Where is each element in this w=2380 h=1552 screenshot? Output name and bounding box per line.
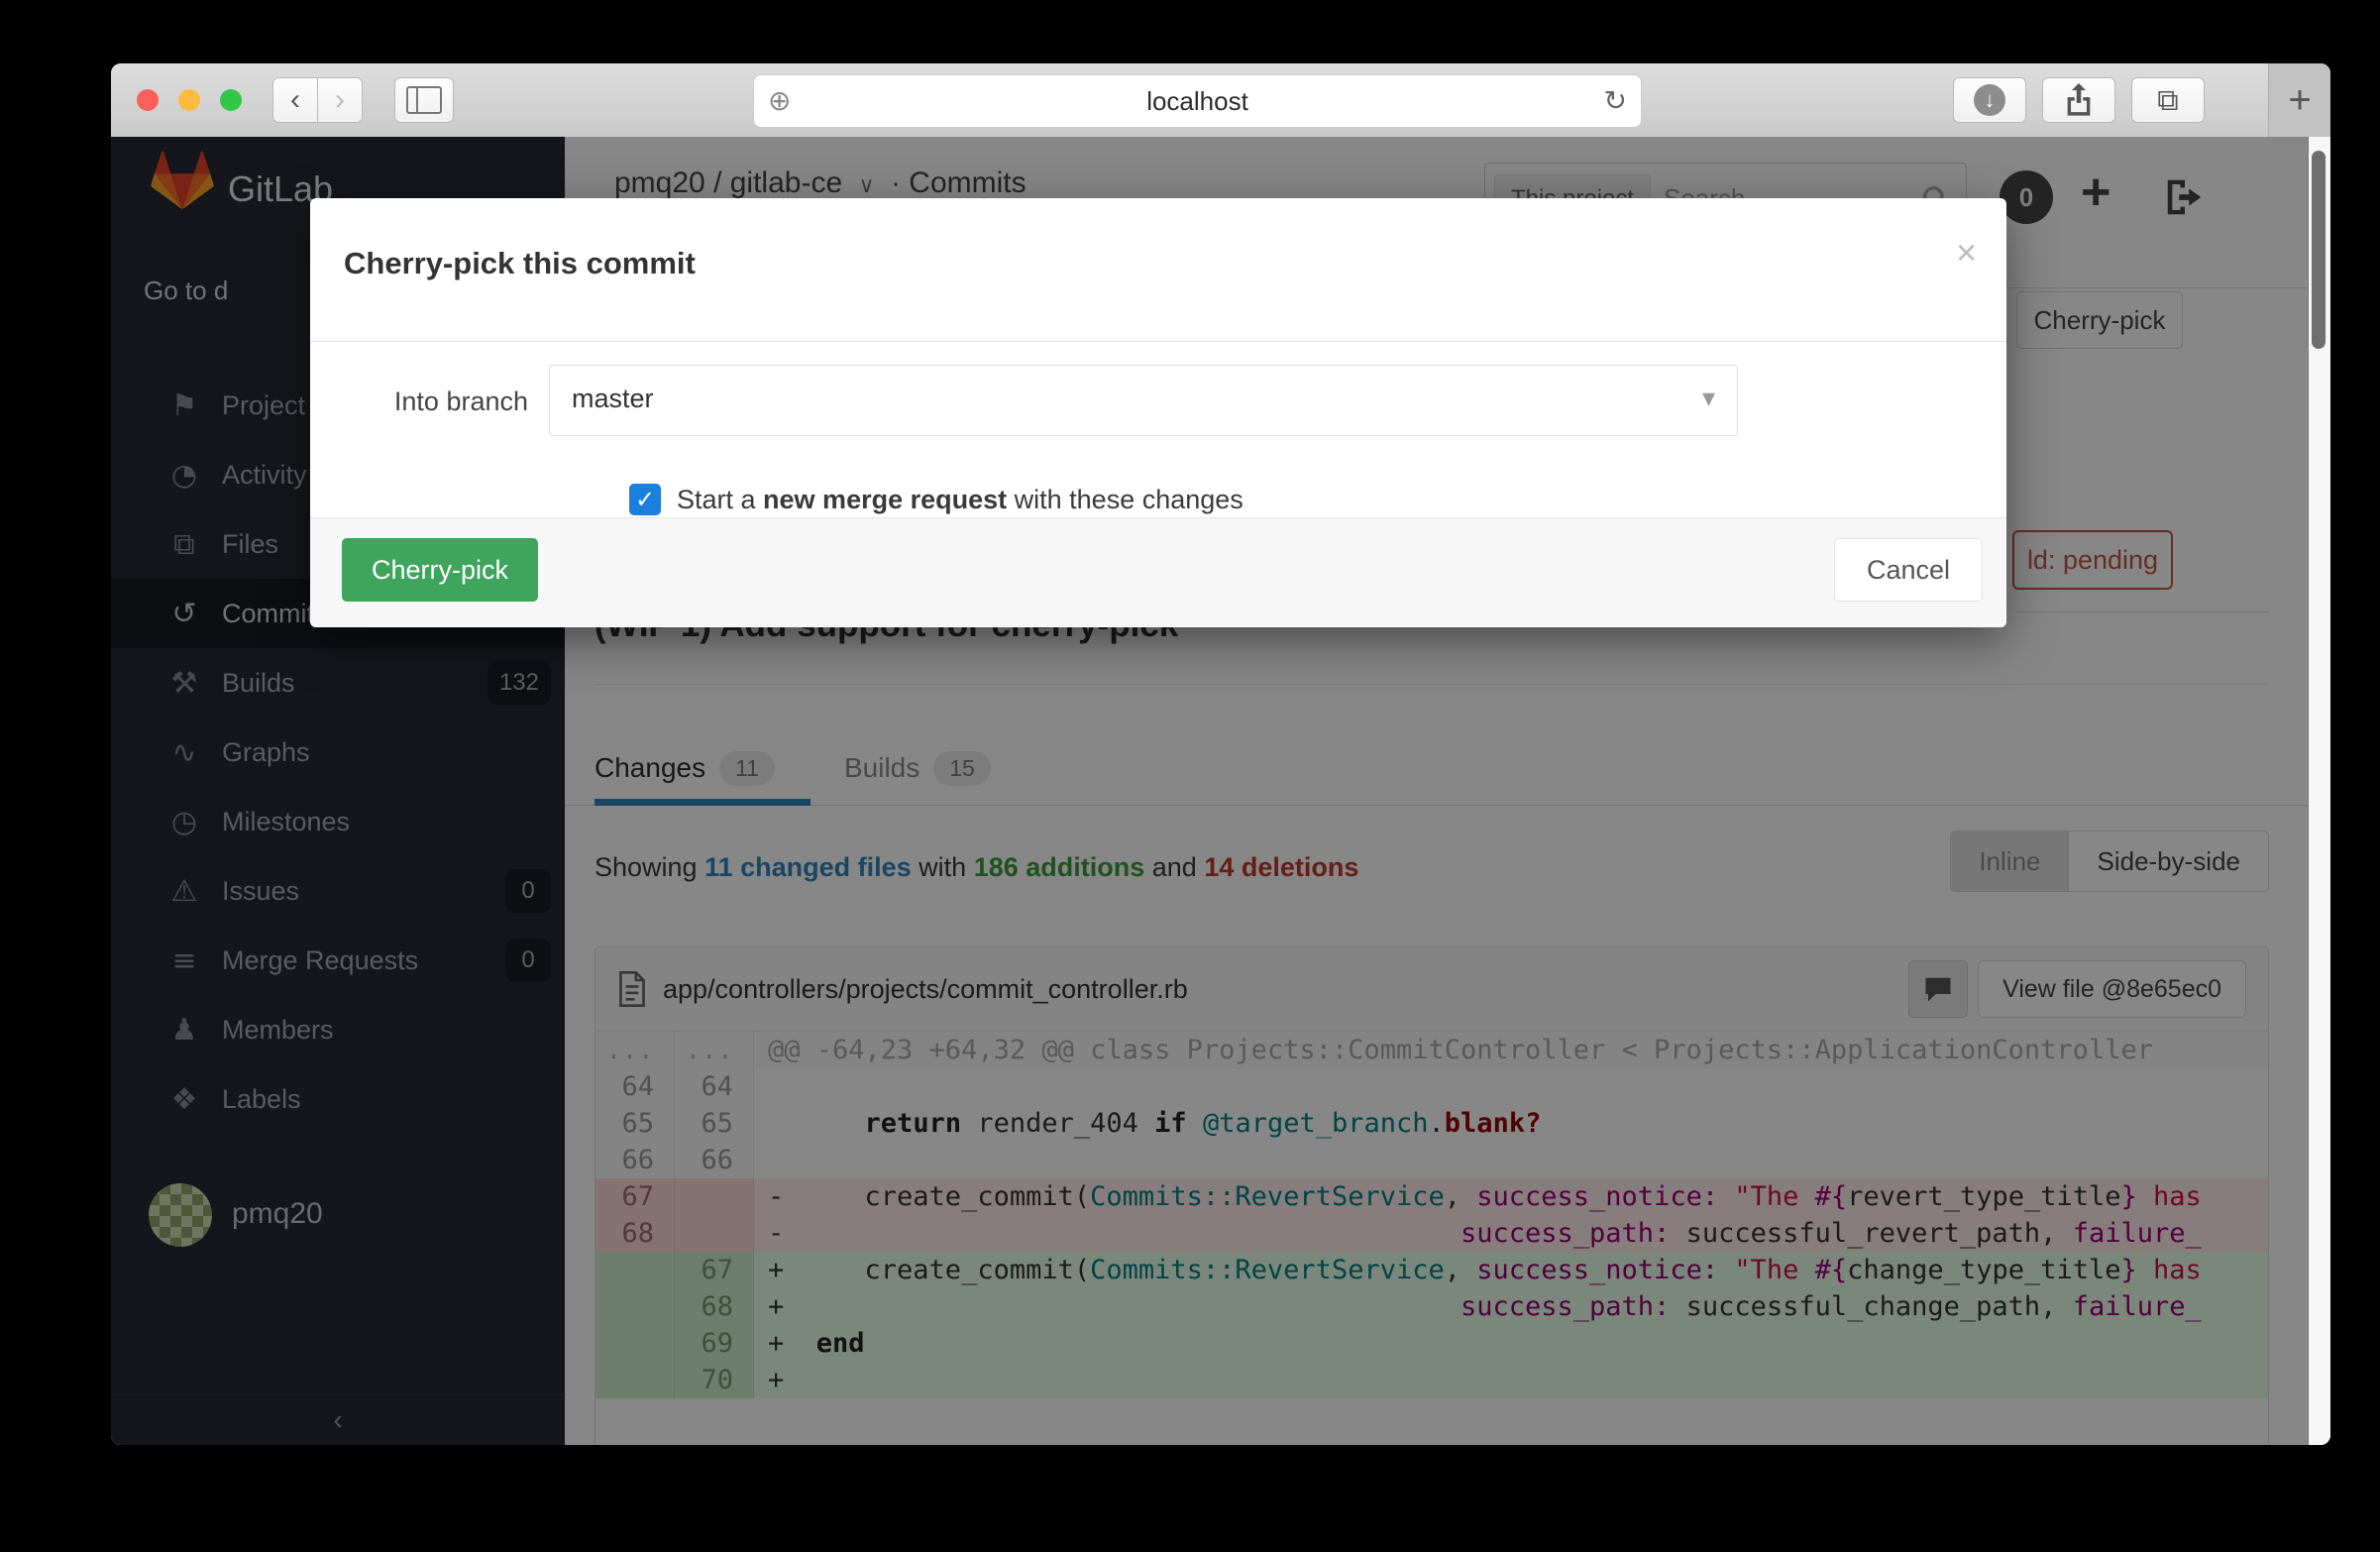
scrollbar-track[interactable] [2308, 137, 2330, 1445]
merge-request-checkbox[interactable]: ✓ [629, 484, 661, 515]
checkbox-label[interactable]: Start a new merge request with these cha… [677, 485, 1244, 515]
reading-list-icon[interactable]: ⊕ [768, 84, 791, 117]
minimize-window-button[interactable] [178, 89, 200, 111]
browser-titlebar: ‹ › ⊕ localhost ↻ ↓ ⧉ + [111, 63, 2330, 138]
scrollbar-thumb[interactable] [2312, 151, 2326, 349]
close-window-button[interactable] [137, 89, 159, 111]
page-content: GitLab Go to d ⚑Project◔Activity⧉Files↺C… [111, 137, 2330, 1445]
checkbox-label-bold: new merge request [763, 485, 1007, 514]
reload-icon[interactable]: ↻ [1604, 84, 1627, 117]
checkbox-label-prefix: Start a [677, 485, 763, 514]
cherry-pick-modal: Cherry-pick this commit × Into branch ma… [310, 198, 2006, 627]
close-icon[interactable]: × [1956, 232, 1977, 274]
show-tabs-button[interactable]: ⧉ [2131, 77, 2205, 123]
share-icon [2062, 81, 2096, 119]
address-bar[interactable]: ⊕ localhost ↻ [753, 74, 1642, 128]
cherry-pick-submit-button[interactable]: Cherry-pick [342, 538, 538, 602]
modal-header: Cherry-pick this commit × [310, 198, 2006, 342]
into-branch-label: Into branch [370, 387, 528, 417]
sidebar-toggle-icon [406, 86, 442, 114]
sidebar-toggle-button[interactable] [394, 77, 454, 123]
new-tab-button[interactable]: + [2268, 63, 2330, 137]
downloads-button[interactable]: ↓ [1953, 77, 2026, 123]
forward-button[interactable]: › [317, 77, 363, 123]
share-button[interactable] [2042, 77, 2115, 123]
checkbox-label-suffix: with these changes [1007, 485, 1244, 514]
download-icon: ↓ [1974, 84, 2005, 116]
modal-title: Cherry-pick this commit [344, 246, 696, 281]
url-text: localhost [1146, 86, 1248, 117]
tabs-icon: ⧉ [2157, 83, 2178, 118]
modal-footer: Cherry-pick Cancel [310, 517, 2006, 627]
back-button[interactable]: ‹ [272, 77, 318, 123]
branch-select[interactable]: master ▾ [549, 365, 1738, 436]
merge-request-checkbox-row: ✓ Start a new merge request with these c… [629, 480, 1244, 519]
branch-selected-value: master [572, 384, 654, 414]
select-caret-icon: ▾ [1702, 384, 1715, 413]
cancel-button[interactable]: Cancel [1834, 538, 1983, 602]
browser-window: ‹ › ⊕ localhost ↻ ↓ ⧉ + [111, 63, 2330, 1445]
screen: ‹ › ⊕ localhost ↻ ↓ ⧉ + [0, 0, 2380, 1552]
zoom-window-button[interactable] [220, 89, 242, 111]
